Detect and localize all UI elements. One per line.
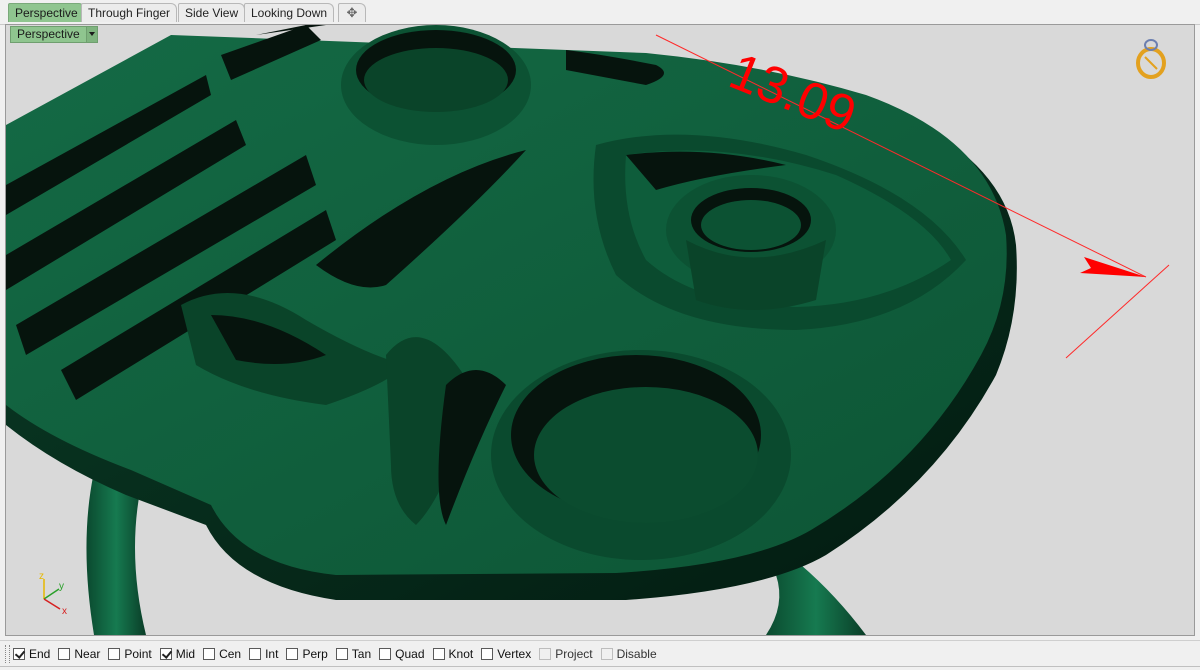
viewport-title[interactable]: Perspective <box>10 26 98 43</box>
viewport-title-label[interactable]: Perspective <box>11 27 86 42</box>
osnap-quad[interactable]: Quad <box>379 647 425 661</box>
osnap-label: Tan <box>351 647 372 661</box>
axis-y-label: y <box>59 581 64 592</box>
osnap-label: Cen <box>219 647 242 661</box>
osnap-label: Near <box>74 647 101 661</box>
osnap-perp[interactable]: Perp <box>286 647 328 661</box>
osnap-int[interactable]: Int <box>249 647 278 661</box>
osnap-label: Mid <box>175 647 196 661</box>
osnap-label: Perp <box>302 647 328 661</box>
osnap-cen[interactable]: Cen <box>203 647 241 661</box>
osnap-checkbox[interactable] <box>108 648 121 660</box>
axis-x-label: x <box>62 606 67 617</box>
osnap-label: Vertex <box>497 647 532 661</box>
osnap-label: Point <box>124 647 152 661</box>
osnap-checkbox[interactable] <box>286 648 299 660</box>
osnap-label: Knot <box>448 647 474 661</box>
osnap-checkbox[interactable] <box>249 648 262 660</box>
osnap-end[interactable]: End <box>13 647 50 661</box>
osnap-checkbox[interactable] <box>58 648 71 660</box>
osnap-mid[interactable]: Mid <box>159 647 196 661</box>
osnap-knot[interactable]: Knot <box>432 647 474 661</box>
rotate-gizmo-icon[interactable] <box>1133 37 1169 81</box>
osnap-checkbox[interactable] <box>432 648 445 660</box>
osnap-checkbox <box>600 648 613 660</box>
osnap-checkbox[interactable] <box>203 648 216 660</box>
osnap-near[interactable]: Near <box>58 647 100 661</box>
toolbar-grip[interactable] <box>5 645 10 663</box>
axis-z-label: z <box>39 571 44 582</box>
osnap-project: Project <box>539 647 593 661</box>
osnap-label: End <box>29 647 51 661</box>
dimension-value: 13.09 <box>722 42 864 145</box>
tab-through-finger[interactable]: Through Finger <box>81 3 178 22</box>
dimension-arrowhead <box>1080 257 1146 277</box>
tab-looking-down[interactable]: Looking Down <box>244 3 335 22</box>
viewport-tabstrip: Perspective Through Finger Side View Loo… <box>0 0 1200 25</box>
axis-triad-icon: z y x <box>39 571 67 617</box>
dimension-annotation[interactable]: 13.09 <box>6 25 1194 635</box>
osnap-checkbox[interactable] <box>159 648 172 660</box>
osnap-label: Project <box>555 647 593 661</box>
osnap-checkbox <box>539 648 552 660</box>
tab-side-view[interactable]: Side View <box>178 3 246 22</box>
perspective-viewport[interactable]: 13.09 Perspective z y x <box>5 24 1195 636</box>
add-tab-icon[interactable]: ✥ <box>338 3 366 22</box>
osnap-label: Disable <box>616 647 657 661</box>
status-bar <box>0 666 1200 670</box>
rhino-window: Perspective Through Finger Side View Loo… <box>0 0 1200 670</box>
osnap-tan[interactable]: Tan <box>335 647 372 661</box>
osnap-vertex[interactable]: Vertex <box>481 647 531 661</box>
osnap-list: End Near Point Mid Cen Int Perp Tan Quad Knot Vert… <box>13 647 665 661</box>
osnap-label: Quad <box>395 647 425 661</box>
osnap-checkbox[interactable] <box>13 648 25 660</box>
osnap-point[interactable]: Point <box>108 647 152 661</box>
osnap-checkbox[interactable] <box>335 648 348 660</box>
osnap-checkbox[interactable] <box>379 648 392 660</box>
osnap-toolbar: End Near Point Mid Cen Int Perp Tan Quad Knot Vert… <box>0 640 1200 667</box>
osnap-checkbox[interactable] <box>481 648 494 660</box>
chevron-down-icon[interactable] <box>85 27 97 42</box>
osnap-label: Int <box>265 647 279 661</box>
tab-perspective[interactable]: Perspective <box>8 3 85 22</box>
osnap-disable: Disable <box>600 647 657 661</box>
